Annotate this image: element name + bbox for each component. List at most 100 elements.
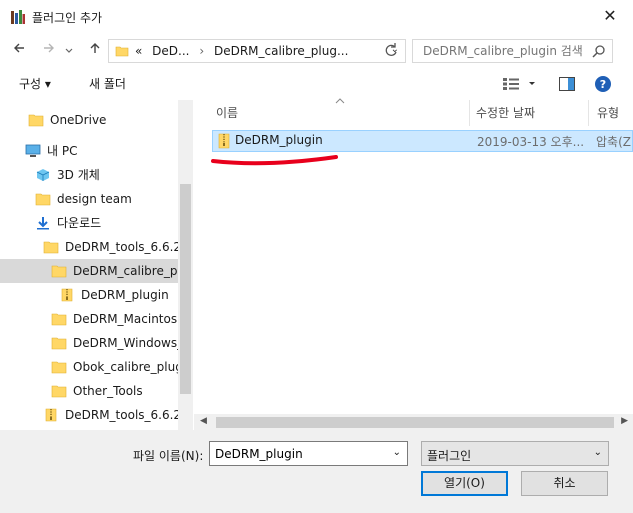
file-type-filter-value: 플러그인	[427, 449, 472, 463]
sidebar-item-label: 다운로드	[57, 216, 102, 230]
zip-folder-icon	[61, 288, 73, 301]
sidebar-item-dedrm-windows[interactable]: DeDRM_Windows_A	[51, 331, 191, 355]
chevron-down-icon[interactable]: ⌄	[393, 447, 401, 458]
sidebar-item-downloads[interactable]: 다운로드	[35, 211, 101, 235]
window-title: 플러그인 추가	[32, 11, 103, 25]
red-underline-annotation	[211, 155, 338, 166]
column-header-name[interactable]: 이름	[216, 100, 238, 126]
search-icon[interactable]	[592, 44, 606, 58]
address-bar[interactable]: « DeD... › DeDRM_calibre_plug... ⌄	[108, 39, 406, 63]
sidebar-item-label: Obok_calibre_plugin	[73, 360, 193, 374]
folder-icon	[51, 385, 67, 397]
books-icon	[11, 10, 25, 24]
column-divider[interactable]	[469, 100, 470, 126]
scroll-left-icon[interactable]: ◀	[200, 416, 207, 426]
scrollbar-thumb[interactable]	[180, 184, 191, 394]
recent-dropdown-button[interactable]	[62, 40, 76, 62]
sidebar-item-dedrm-plugin[interactable]: DeDRM_plugin	[59, 283, 169, 307]
sidebar-item-dedrm-tools-zip[interactable]: DeDRM_tools_6.6.2	[43, 403, 181, 427]
filename-combobox: ⌄	[209, 441, 408, 466]
command-bar: 구성 ▾ 새 폴더 ?	[0, 68, 633, 98]
navigation-pane: OneDrive 내 PC 3D 개체 design team 다운로드 DeD…	[0, 100, 193, 430]
folder-icon	[43, 241, 59, 253]
scrollbar-thumb[interactable]	[216, 417, 614, 428]
sidebar-item-dedrm-macintosh[interactable]: DeDRM_Macintosh_	[51, 307, 191, 331]
folder-icon	[115, 46, 129, 57]
folder-icon	[51, 265, 67, 277]
cube-icon	[36, 168, 50, 181]
forward-arrow-icon	[44, 43, 54, 53]
file-name: DeDRM_plugin	[235, 133, 323, 147]
breadcrumb-item[interactable]: DeDRM_calibre_plug...	[214, 44, 348, 58]
file-type: 압축(Z	[596, 135, 631, 149]
folder-icon	[51, 337, 67, 349]
file-date: 2019-03-13 오후...	[477, 135, 585, 149]
column-divider[interactable]	[588, 100, 589, 126]
view-options-icon[interactable]	[502, 77, 536, 91]
sidebar-item-label: 내 PC	[47, 144, 78, 158]
up-button[interactable]	[84, 40, 106, 62]
column-header-date[interactable]: 수정한 날짜	[476, 100, 535, 126]
breadcrumb-item[interactable]: DeD...	[152, 44, 189, 58]
sidebar-item-label: DeDRM_Macintosh_	[73, 312, 191, 326]
open-button[interactable]: 열기(O)	[421, 471, 508, 496]
breadcrumb-separator-icon: ›	[199, 44, 205, 58]
folder-icon	[35, 193, 51, 205]
folder-icon	[51, 361, 67, 373]
filename-label: 파일 이름(N):	[133, 449, 204, 463]
dialog-footer: 파일 이름(N): ⌄ 플러그인 ⌄ 열기(O) 취소	[0, 430, 633, 513]
search-input[interactable]	[413, 40, 591, 62]
sidebar-item-label: DeDRM_calibre_plug	[73, 264, 193, 278]
back-arrow-icon	[14, 43, 24, 53]
sidebar-item-dedrm-tools[interactable]: DeDRM_tools_6.6.2	[43, 235, 181, 259]
sidebar-item-label: Other_Tools	[73, 384, 143, 398]
sort-ascending-icon	[335, 98, 345, 104]
svg-text:?: ?	[600, 78, 606, 91]
sidebar-item-label: DeDRM_plugin	[81, 288, 169, 302]
search-box	[412, 39, 613, 63]
chevron-down-icon: ⌄	[593, 447, 602, 458]
filename-input[interactable]	[210, 442, 388, 465]
folder-icon	[28, 114, 44, 126]
sidebar-item-design-team[interactable]: design team	[35, 187, 132, 211]
close-button[interactable]: ✕	[599, 4, 621, 28]
column-header-type[interactable]: 유형	[597, 100, 619, 126]
cancel-button[interactable]: 취소	[521, 471, 608, 496]
sidebar-item-label: OneDrive	[50, 113, 107, 127]
zip-folder-icon	[45, 408, 57, 421]
file-row[interactable]: DeDRM_plugin 2019-03-13 오후... 압축(Z	[212, 130, 633, 152]
sidebar-item-label: DeDRM_tools_6.6.2	[65, 240, 182, 254]
sidebar-item-label: 3D 개체	[57, 168, 100, 182]
sidebar-item-3d-objects[interactable]: 3D 개체	[35, 163, 100, 187]
breadcrumb: « DeD... › DeDRM_calibre_plug...	[135, 44, 348, 58]
chevron-down-icon	[65, 48, 73, 53]
back-button[interactable]	[8, 40, 30, 62]
sidebar-item-this-pc[interactable]: 내 PC	[25, 139, 77, 163]
sidebar-scrollbar[interactable]	[178, 100, 193, 430]
refresh-icon[interactable]	[380, 39, 402, 61]
zip-folder-icon	[218, 133, 230, 149]
scroll-right-icon[interactable]: ▶	[621, 416, 628, 426]
forward-button[interactable]	[38, 40, 60, 62]
download-icon	[37, 216, 49, 229]
title-bar: 플러그인 추가 ✕	[0, 0, 633, 34]
new-folder-button[interactable]: 새 폴더	[89, 75, 126, 92]
file-type-filter[interactable]: 플러그인 ⌄	[421, 441, 609, 466]
sidebar-item-onedrive[interactable]: OneDrive	[28, 108, 106, 132]
pc-icon	[25, 144, 41, 157]
sidebar-item-dedrm-calibre-plugins[interactable]: DeDRM_calibre_plug	[0, 259, 192, 283]
organize-button[interactable]: 구성 ▾	[19, 75, 51, 92]
horizontal-scrollbar[interactable]: ◀ ▶	[194, 414, 633, 431]
sidebar-item-label: DeDRM_tools_6.6.2	[65, 408, 182, 422]
file-list: 이름 수정한 날짜 유형 DeDRM_plugin 2019-03-13 오후.…	[194, 98, 633, 430]
folder-icon	[51, 313, 67, 325]
up-arrow-icon	[90, 43, 100, 53]
sidebar-item-label: design team	[57, 192, 132, 206]
help-icon[interactable]: ?	[595, 76, 611, 92]
preview-pane-icon[interactable]	[559, 77, 575, 91]
breadcrumb-overflow[interactable]: «	[135, 44, 142, 58]
sidebar-item-obok-calibre-plugin[interactable]: Obok_calibre_plugin	[51, 355, 193, 379]
sidebar-item-other-tools[interactable]: Other_Tools	[51, 379, 143, 403]
close-icon: ✕	[603, 6, 617, 25]
sidebar-item-label: DeDRM_Windows_A	[73, 336, 192, 350]
